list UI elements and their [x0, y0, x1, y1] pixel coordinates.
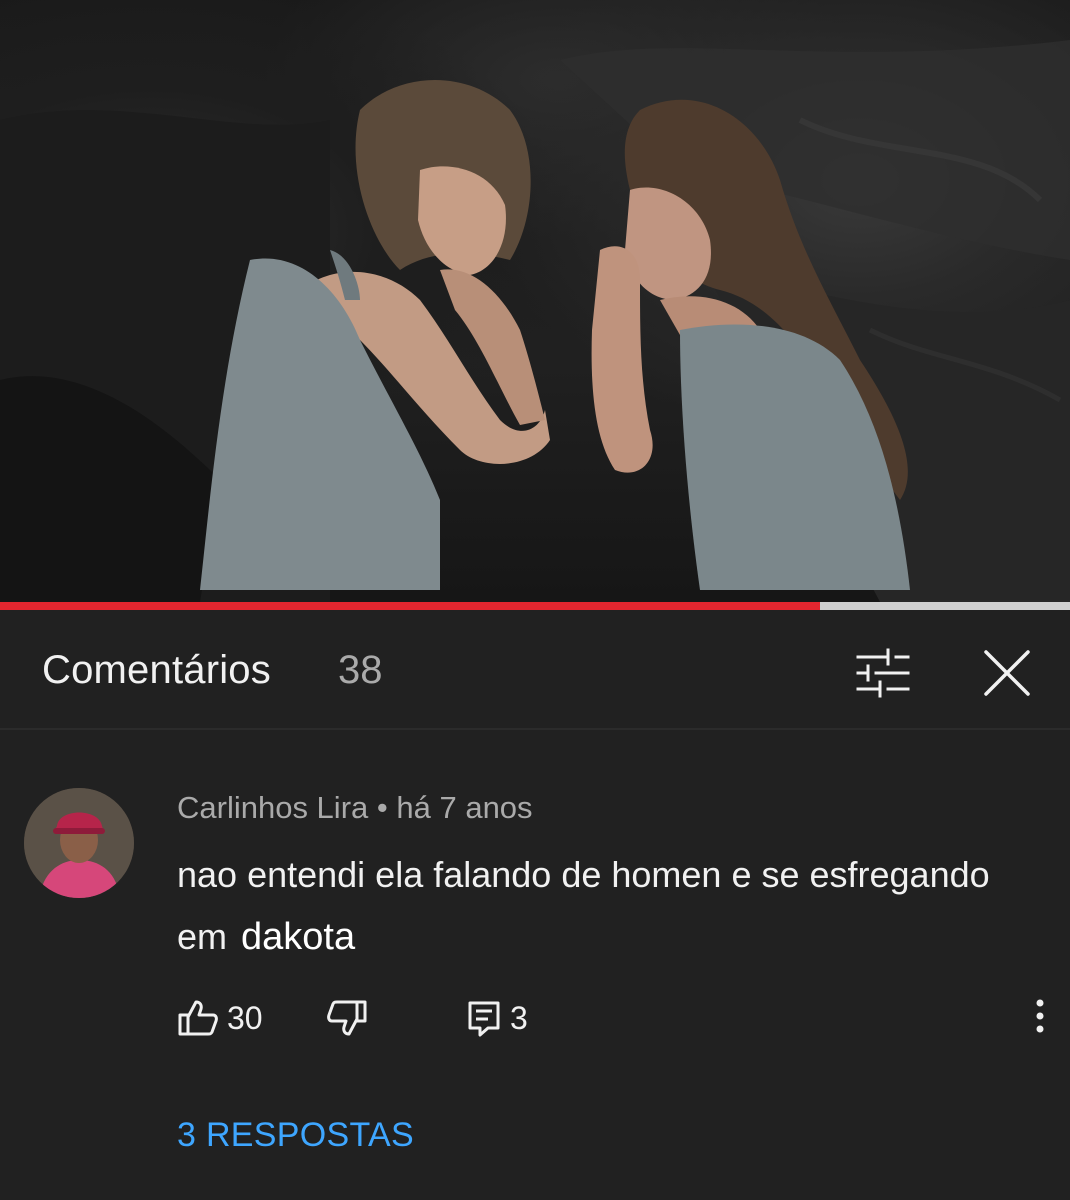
avatar[interactable]	[24, 788, 134, 898]
comment-time: há 7 anos	[396, 790, 533, 825]
like-button[interactable]: 30	[177, 996, 263, 1040]
more-vertical-icon	[1036, 999, 1044, 1033]
comments-count: 38	[338, 648, 383, 692]
thumbs-down-icon	[327, 1000, 367, 1036]
avatar-image	[24, 788, 134, 898]
comment-author[interactable]: Carlinhos Lira	[177, 790, 368, 825]
comment-meta: Carlinhos Lira • há 7 anos	[177, 790, 533, 826]
reply-button[interactable]: 3	[466, 996, 528, 1040]
reply-count: 3	[510, 999, 528, 1036]
thumbs-up-icon	[178, 1000, 218, 1036]
dislike-button[interactable]	[326, 996, 368, 1040]
video-progress-bar[interactable]	[0, 602, 1070, 610]
close-comments-button[interactable]	[974, 640, 1040, 706]
header-divider	[0, 728, 1070, 730]
video-progress-played	[0, 602, 820, 610]
sliders-icon	[856, 648, 910, 698]
comments-title: Comentários	[42, 648, 271, 692]
sort-filter-button[interactable]	[850, 645, 916, 701]
like-count: 30	[227, 999, 263, 1036]
video-player[interactable]	[0, 0, 1070, 602]
comment-body: nao entendi ela falando de homen e se es…	[177, 844, 1037, 968]
close-icon	[984, 650, 1030, 696]
reply-icon	[468, 1001, 500, 1037]
meta-separator: •	[376, 790, 388, 825]
comment-more-button[interactable]	[1022, 994, 1058, 1038]
comment-overlay-text: dakota	[241, 916, 356, 958]
view-replies-link[interactable]: 3 RESPOSTAS	[177, 1116, 414, 1155]
video-frame-image	[0, 40, 1070, 602]
